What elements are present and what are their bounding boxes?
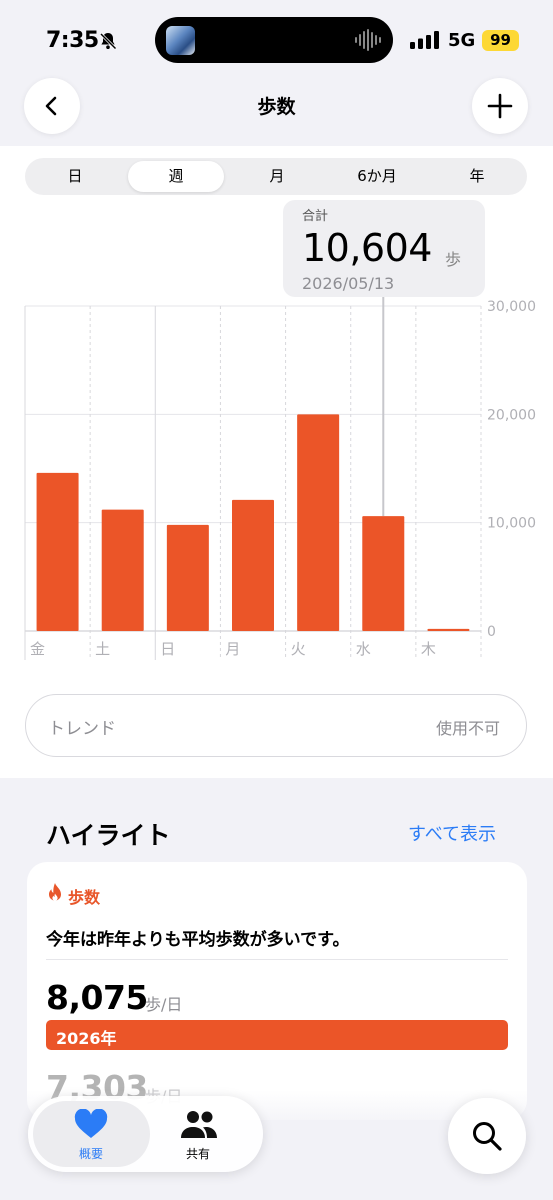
chart-bar [36,472,79,631]
tab-sharing[interactable] [179,1109,219,1143]
add-data-button[interactable] [472,78,528,134]
current-average-unit: 歩/日 [145,995,183,1014]
segment-month[interactable]: 月 [227,161,327,192]
tab-summary[interactable] [71,1108,111,1143]
battery-indicator: 99 [482,30,519,51]
divider [46,959,508,960]
tooltip-value: 10,604 [302,226,432,270]
tab-sharing-label: 共有 [185,1147,210,1161]
highlight-category: 歩数 [68,888,101,907]
plus-icon [487,93,513,119]
x-tick-label: 火 [291,640,306,658]
y-tick-label: 10,000 [487,516,536,532]
waveform-icon [355,29,381,51]
highlight-message: 今年は昨年よりも平均歩数が多いです。 [46,930,350,950]
tooltip-unit: 歩 [445,250,462,269]
segment-day[interactable]: 日 [25,161,125,192]
x-tick-label: 水 [356,640,371,658]
tooltip-label: 合計 [302,209,329,224]
x-tick-label: 木 [421,640,436,658]
page-title: 歩数 [257,96,296,118]
x-tick-label: 月 [225,640,240,658]
x-tick-label: 日 [160,640,175,658]
bell-slash-icon [99,32,117,50]
trend-value: 使用不可 [436,719,501,738]
now-playing-artwork [166,26,195,55]
highlights-heading: ハイライト [46,821,171,850]
status-time: 7:35 [46,28,99,53]
chart-bar [297,414,340,631]
x-tick-label: 金 [30,640,45,658]
chart-bar [166,524,209,631]
people-icon [181,1111,217,1138]
x-tick-label: 土 [95,640,110,658]
y-tick-label: 0 [487,624,496,640]
flame-icon [49,883,61,901]
segment-6-months[interactable]: 6か月 [327,161,427,192]
heart-icon [74,1108,108,1138]
segment-year[interactable]: 年 [427,161,527,192]
segment-week[interactable]: 週 [128,161,224,192]
y-tick-label: 30,000 [487,299,536,315]
show-all-link[interactable]: すべて表示 [408,820,496,846]
current-average-value: 8,075 [46,978,148,1017]
y-tick-label: 20,000 [487,407,536,423]
chart-bar [101,509,144,631]
search-icon [473,1122,502,1151]
chart-bar [362,516,405,631]
period-segmented-control: 日 週 月 6か月 年 [25,158,527,195]
current-year-label: 2026年 [56,1029,117,1048]
chart-bar [232,499,274,631]
tab-summary-label: 概要 [78,1147,103,1161]
cellular-signal-icon [410,31,439,49]
network-type: 5G [448,30,476,51]
trend-label: トレンド [48,719,116,739]
steps-bar-chart[interactable]: 0 10,000 20,000 30,000 金 土 日 月 火 水 木 [0,296,553,666]
chart-bar [427,628,470,631]
search-button[interactable] [448,1098,526,1174]
tooltip-date: 2026/05/13 [302,274,395,293]
